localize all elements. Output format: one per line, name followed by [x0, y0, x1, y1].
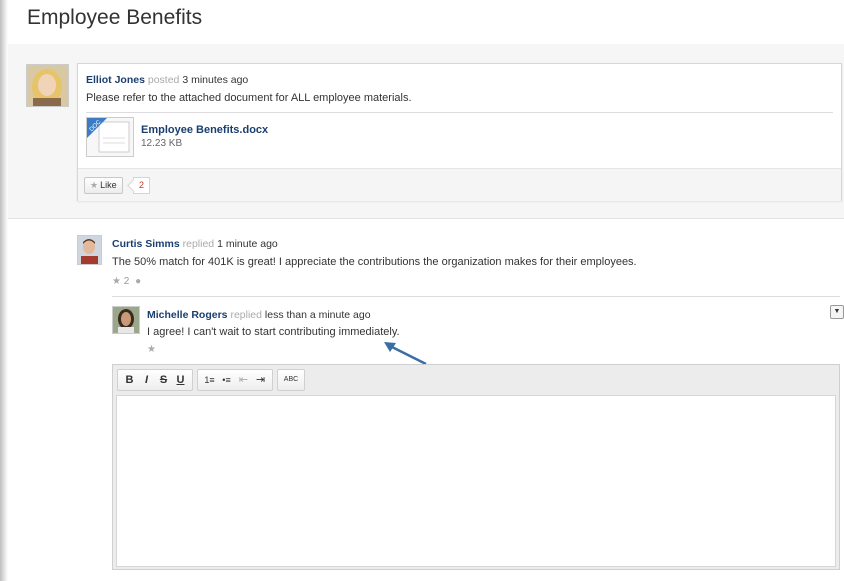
attachment-thumbnail[interactable]: DOC — [86, 117, 134, 157]
avatar-curtis[interactable] — [77, 235, 102, 265]
attachment-name-link[interactable]: Employee Benefits.docx — [141, 124, 268, 136]
like-button-label: Like — [100, 180, 117, 190]
avatar-curtis-image — [78, 236, 101, 264]
reply1-message: The 50% match for 401K is great! I appre… — [112, 256, 637, 268]
post-card: Elliot Jones posted 3 minutes ago Please… — [77, 63, 842, 201]
reply1-stats: ★ 2 ● — [112, 276, 141, 287]
bold-button[interactable]: B — [122, 372, 137, 388]
reply-options-dropdown[interactable]: ▼ — [830, 305, 844, 319]
reply-text-area[interactable] — [116, 395, 836, 567]
bullet-list-button[interactable]: •≡ — [219, 372, 234, 388]
page-title: Employee Benefits — [27, 6, 203, 29]
post-footer: ★ Like 2 — [78, 168, 841, 201]
list-group: 1≡ •≡ ⇤ ⇥ — [197, 369, 273, 391]
reply1-comment-icon[interactable]: ● — [135, 276, 141, 287]
reply2-meta: Michelle Rogers replied less than a minu… — [147, 309, 371, 321]
spellcheck-button[interactable]: ABC — [282, 372, 300, 388]
reply-editor: B I S U 1≡ •≡ ⇤ ⇥ ABC — [112, 364, 840, 570]
reply1-like-count: 2 — [123, 276, 130, 287]
post-meta: Elliot Jones posted 3 minutes ago — [86, 74, 248, 86]
avatar-michelle[interactable] — [112, 306, 140, 334]
reply2-stats: ★ — [147, 344, 156, 355]
reply2-star-icon[interactable]: ★ — [147, 344, 156, 355]
avatar-elliot-image — [27, 65, 68, 106]
format-group: B I S U — [117, 369, 193, 391]
post-time: 3 minutes ago — [182, 74, 249, 86]
avatar-elliot[interactable] — [26, 64, 69, 107]
ordered-list-button[interactable]: 1≡ — [202, 372, 217, 388]
reply-divider — [112, 296, 840, 297]
post-author-link[interactable]: Elliot Jones — [86, 74, 145, 86]
strikethrough-button[interactable]: S — [156, 372, 171, 388]
reply1-time: 1 minute ago — [217, 238, 278, 250]
spell-group: ABC — [277, 369, 305, 391]
indent-button[interactable]: ⇥ — [253, 372, 268, 388]
window-edge — [0, 0, 8, 581]
chevron-down-icon: ▼ — [833, 308, 841, 315]
docx-file-icon: DOC — [87, 118, 130, 153]
post-divider — [86, 112, 833, 113]
underline-button[interactable]: U — [173, 372, 188, 388]
reply1-meta: Curtis Simms replied 1 minute ago — [112, 238, 278, 250]
attachment-size: 12.23 KB — [141, 138, 183, 149]
reply2-verb: replied — [230, 309, 262, 321]
editor-toolbar: B I S U 1≡ •≡ ⇤ ⇥ ABC — [117, 369, 305, 391]
reply2-time: less than a minute ago — [264, 309, 371, 321]
reply2-author-link[interactable]: Michelle Rogers — [147, 309, 228, 321]
reply1-verb: replied — [182, 238, 215, 250]
discussion-window: Employee Benefits Elliot Jones posted 3 … — [0, 0, 844, 581]
post-verb: posted — [147, 74, 180, 86]
italic-button[interactable]: I — [139, 372, 154, 388]
star-icon: ★ — [90, 180, 99, 190]
post-message: Please refer to the attached document fo… — [86, 92, 412, 104]
reply2-message: I agree! I can't wait to start contribut… — [147, 326, 400, 338]
avatar-michelle-image — [113, 307, 139, 333]
like-count-badge[interactable]: 2 — [133, 177, 151, 194]
outdent-button[interactable]: ⇤ — [236, 372, 251, 388]
reply1-star-icon[interactable]: ★ — [112, 276, 121, 287]
like-button[interactable]: ★ Like — [84, 177, 123, 194]
reply1-author-link[interactable]: Curtis Simms — [112, 238, 180, 250]
